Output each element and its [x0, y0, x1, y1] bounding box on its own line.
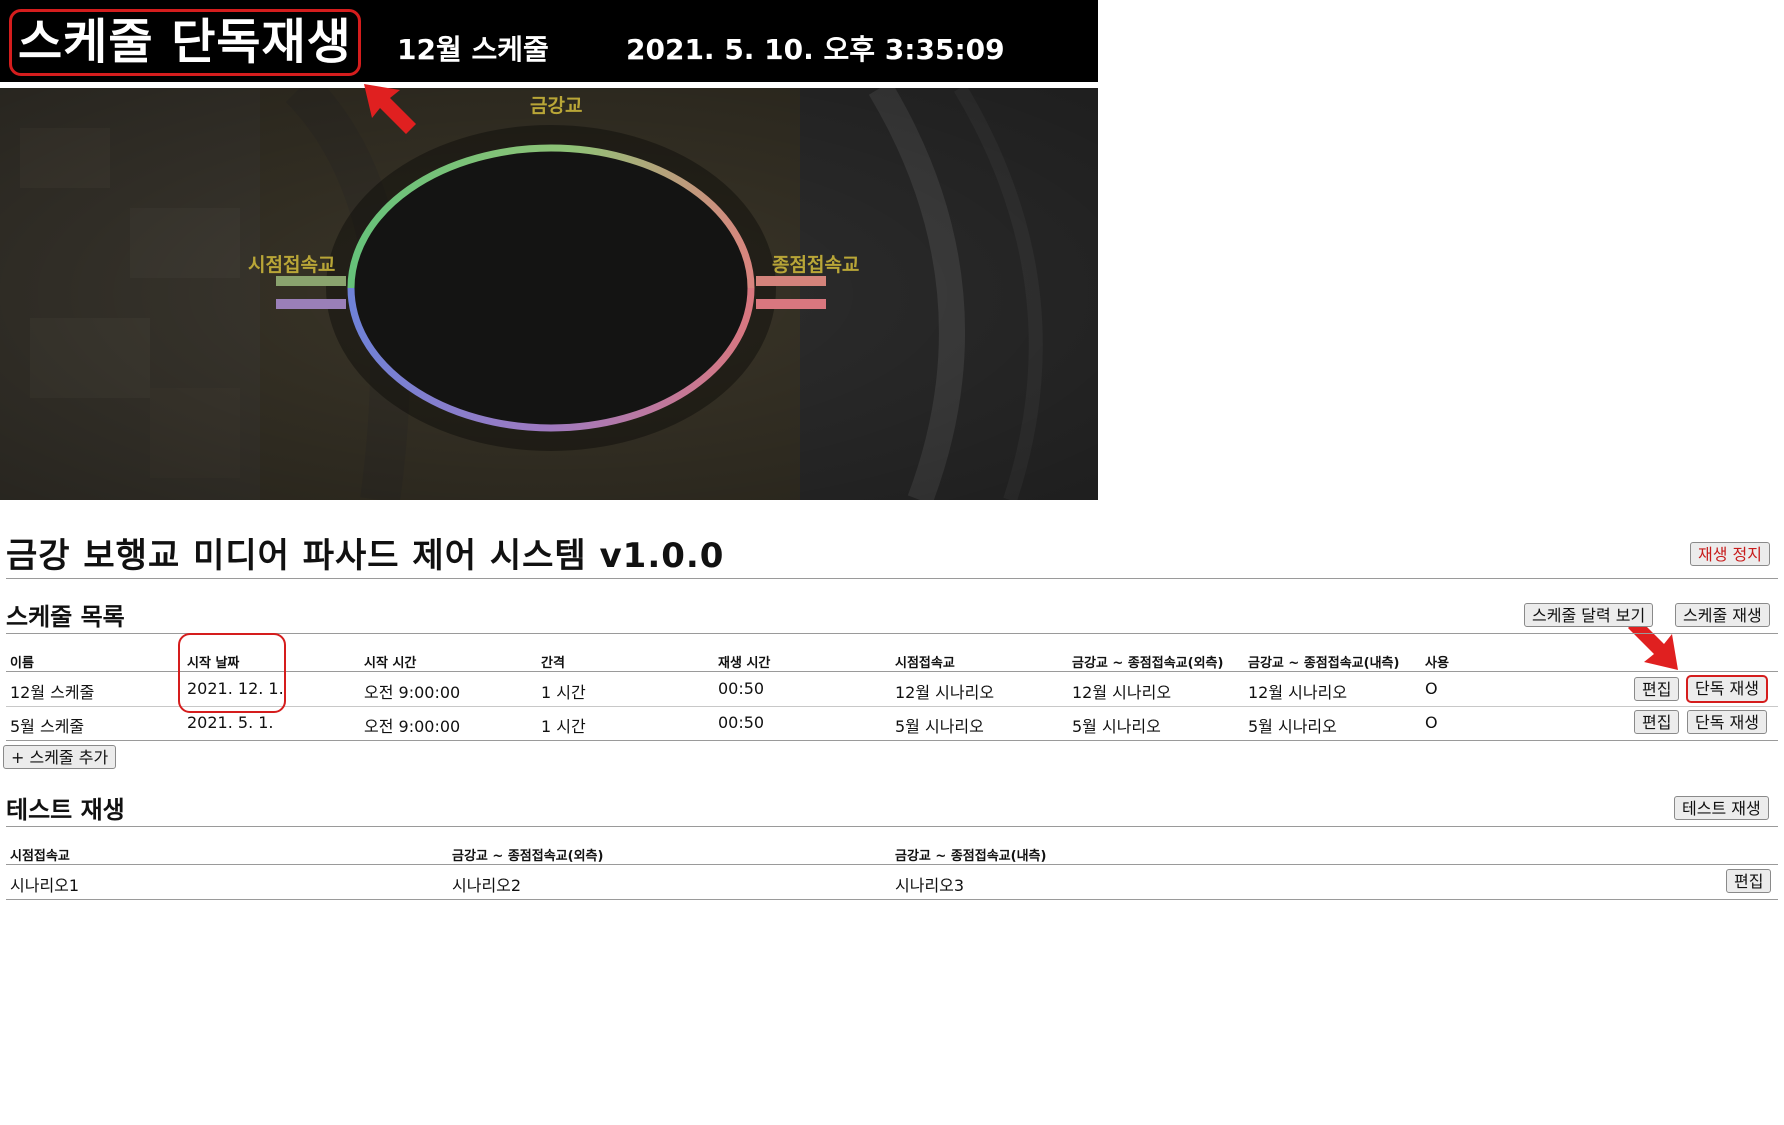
edit-button[interactable]: 편집: [1634, 710, 1680, 734]
test-scenario-3: 시나리오3: [895, 876, 965, 895]
use-flag: O: [1425, 679, 1438, 698]
schedule-calendar-button[interactable]: 스케줄 달력 보기: [1524, 603, 1654, 627]
column-header: 간격: [541, 656, 565, 671]
divider: [6, 826, 1778, 827]
pointer-arrow-icon: [364, 84, 416, 134]
outer-scenario: 12월 시나리오: [1072, 683, 1172, 702]
start-date-highlight: [178, 633, 286, 713]
bridge-preview-map: 금강교 시점접속교 종점접속교: [0, 88, 1098, 500]
solo-play-button[interactable]: 단독 재생: [1686, 675, 1768, 703]
current-schedule-name: 12월 스케줄: [397, 33, 549, 66]
start-bridge-scenario: 12월 시나리오: [895, 683, 995, 702]
schedule-name: 12월 스케줄: [10, 683, 95, 702]
bridge-label-top: 금강교: [530, 95, 583, 117]
divider: [6, 740, 1778, 741]
edit-button[interactable]: 편집: [1726, 869, 1772, 893]
bridge-label-left: 시점접속교: [248, 254, 336, 276]
column-header: 금강교 ~ 종점접속교(외측): [1072, 656, 1224, 671]
system-title: 금강 보행교 미디어 파사드 제어 시스템 v1.0.0: [6, 536, 725, 576]
solo-play-button[interactable]: 단독 재생: [1687, 710, 1767, 734]
clock: 2021. 5. 10. 오후 3:35:09: [626, 33, 1005, 66]
interval: 1 시간: [541, 683, 586, 702]
schedule-play-button[interactable]: 스케줄 재생: [1675, 603, 1770, 627]
mode-title: 스케줄 단독재생: [9, 9, 361, 76]
column-header: 금강교 ~ 종점접속교(외측): [452, 849, 604, 864]
start-bridge-scenario: 5월 시나리오: [895, 717, 984, 736]
preview-header: 스케줄 단독재생 12월 스케줄 2021. 5. 10. 오후 3:35:09: [0, 0, 1098, 82]
use-flag: O: [1425, 713, 1438, 732]
column-header: 시점접속교: [895, 656, 955, 671]
column-header: 시점접속교: [10, 849, 70, 864]
outer-scenario: 5월 시나리오: [1072, 717, 1161, 736]
column-header: 사용: [1425, 656, 1449, 671]
inner-scenario: 12월 시나리오: [1248, 683, 1348, 702]
test-scenario-1: 시나리오1: [10, 876, 80, 895]
inner-scenario: 5월 시나리오: [1248, 717, 1337, 736]
interval: 1 시간: [541, 717, 586, 736]
divider: [6, 899, 1778, 900]
schedule-name: 5월 스케줄: [10, 717, 85, 736]
divider: [6, 864, 1778, 865]
test-scenario-2: 시나리오2: [452, 876, 522, 895]
edit-button[interactable]: 편집: [1634, 677, 1680, 701]
column-header: 금강교 ~ 종점접속교(내측): [895, 849, 1047, 864]
bridge-label-right: 종점접속교: [772, 254, 860, 276]
column-header: 시작 시간: [364, 656, 417, 671]
start-date: 2021. 5. 1.: [187, 713, 274, 732]
play-time: 00:50: [718, 713, 765, 732]
start-time: 오전 9:00:00: [364, 717, 461, 736]
start-time: 오전 9:00:00: [364, 683, 461, 702]
test-play-heading: 테스트 재생: [6, 796, 125, 824]
schedule-list-heading: 스케줄 목록: [6, 603, 125, 631]
column-header: 금강교 ~ 종점접속교(내측): [1248, 656, 1400, 671]
column-header: 이름: [10, 656, 34, 671]
divider: [6, 578, 1778, 579]
stop-playback-button[interactable]: 재생 정지: [1690, 542, 1770, 566]
test-play-button[interactable]: 테스트 재생: [1674, 796, 1769, 820]
add-schedule-button[interactable]: + 스케줄 추가: [3, 745, 117, 769]
column-header: 재생 시간: [718, 656, 771, 671]
play-time: 00:50: [718, 679, 765, 698]
